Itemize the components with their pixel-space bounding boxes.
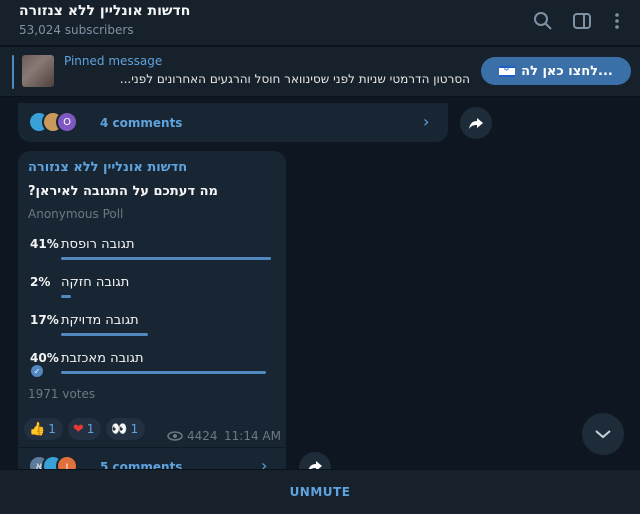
reaction-count: 1 — [86, 422, 95, 436]
reactions: 👍 1 ❤ 1 👀 1 — [24, 418, 146, 440]
eyes-icon: 👀 — [111, 421, 128, 437]
scroll-down-button[interactable] — [582, 413, 624, 455]
thumbs-up-icon: 👍 — [29, 421, 46, 437]
chevron-right-icon: › — [423, 112, 430, 131]
chevron-right-icon: › — [261, 456, 268, 469]
poll-option-bar — [61, 295, 71, 298]
poll-option-label: תגובה רופסת — [61, 237, 135, 252]
share-button[interactable] — [460, 107, 492, 139]
subscriber-count: 53,024 subscribers — [19, 23, 134, 37]
pinned-action-label: לחצו כאן לה... — [521, 63, 613, 79]
voted-check-icon: ✓ — [31, 365, 43, 377]
poll-option-bar — [61, 333, 148, 336]
eye-icon — [167, 431, 183, 441]
avatar: ו — [56, 455, 78, 469]
poll-option[interactable]: 40% תגובה מאכזבת ✓ — [30, 351, 276, 383]
poll-option[interactable]: 17% תגובה מדויקת — [30, 313, 276, 345]
commenter-avatars: א ו — [28, 455, 78, 469]
search-icon[interactable] — [532, 10, 554, 32]
reaction-heart[interactable]: ❤ 1 — [67, 418, 102, 440]
pinned-label: Pinned message — [64, 54, 163, 68]
poll-message: חדשות אונליין ללא צנזורה מה דעתכם על התג… — [18, 151, 286, 448]
comments-row[interactable]: א ו 5 comments › — [18, 447, 286, 469]
comments-link[interactable]: 4 comments — [100, 116, 182, 130]
poll-option-bar — [61, 371, 266, 374]
share-icon — [308, 461, 322, 469]
reaction-count: 1 — [130, 422, 139, 436]
poll-option-label: תגובה חזקה — [61, 275, 130, 290]
message-time: 11:14 AM — [224, 429, 281, 443]
poll-type: Anonymous Poll — [28, 207, 124, 221]
poll-question: מה דעתכם על התגובה לאיראן? — [28, 184, 218, 199]
comments-link[interactable]: 5 comments — [100, 460, 182, 469]
reaction-thumbs-up[interactable]: 👍 1 — [24, 418, 63, 440]
israel-flag-icon — [499, 64, 516, 77]
vote-count: 1971 votes — [28, 387, 96, 401]
chevron-down-icon — [595, 430, 611, 439]
unmute-button[interactable]: UNMUTE — [290, 485, 351, 499]
share-button[interactable] — [299, 452, 331, 469]
poll-option[interactable]: 41% תגובה רופסת — [30, 237, 276, 269]
reaction-count: 1 — [48, 422, 56, 436]
share-icon — [469, 118, 483, 129]
pinned-action-button[interactable]: לחצו כאן לה... — [481, 57, 631, 85]
poll-option-percent: 2% — [30, 275, 51, 289]
sidebar-toggle-icon[interactable] — [571, 10, 593, 32]
comments-row[interactable]: O 4 comments › — [18, 103, 448, 142]
pinned-text: הסרטון הדרמטי שניות לפני שסינוואר חוסל ו… — [119, 72, 470, 86]
chat-header: חדשות אונליין ללא צנזורה 53,024 subscrib… — [0, 0, 640, 46]
reaction-eyes[interactable]: 👀 1 — [106, 418, 146, 440]
channel-title[interactable]: חדשות אונליין ללא צנזורה — [19, 3, 190, 19]
pinned-message-bar[interactable]: Pinned message הסרטון הדרמטי שניות לפני … — [0, 47, 640, 97]
bottom-bar: UNMUTE — [0, 469, 640, 514]
more-icon[interactable] — [606, 10, 628, 32]
poll-option-percent: 17% — [30, 313, 59, 327]
poll-option[interactable]: 2% תגובה חזקה — [30, 275, 276, 307]
pinned-indicator — [12, 55, 14, 89]
poll-option-bar — [61, 257, 271, 260]
message-author[interactable]: חדשות אונליין ללא צנזורה — [28, 160, 187, 175]
poll-option-percent: 40% — [30, 351, 59, 365]
poll-option-label: תגובה מאכזבת — [61, 351, 144, 366]
views-value: 4424 — [187, 429, 218, 443]
pinned-thumbnail — [22, 55, 54, 87]
avatar: O — [56, 111, 78, 133]
poll-option-percent: 41% — [30, 237, 59, 251]
commenter-avatars: O — [28, 111, 78, 133]
heart-icon: ❤ — [72, 421, 84, 437]
poll-option-label: תגובה מדויקת — [61, 313, 139, 328]
view-count: 4424 — [167, 429, 218, 443]
